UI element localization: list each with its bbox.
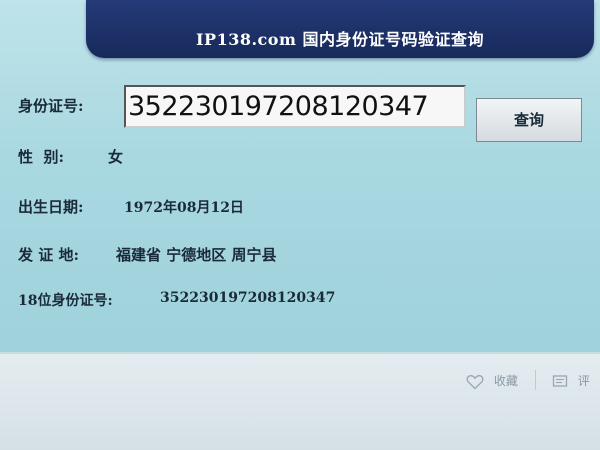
- favorite-label: 收藏: [493, 374, 518, 388]
- gender-value: 女: [108, 148, 124, 166]
- birth-date-value: 1972年08月12日: [124, 200, 244, 216]
- id-label: 身份证号:: [18, 97, 84, 115]
- comment-icon: [552, 374, 578, 388]
- favorite-button[interactable]: 收藏: [466, 372, 518, 390]
- comment-button[interactable]: 评: [552, 372, 590, 390]
- query-button[interactable]: 查询: [476, 98, 582, 142]
- page-title: IP138.com 国内身份证号码验证查询: [196, 30, 484, 49]
- footer-divider: [535, 370, 536, 390]
- id18-value: 352230197208120347: [160, 290, 336, 306]
- issue-place-label: 发 证 地:: [18, 246, 79, 264]
- gender-label: 性 别:: [18, 148, 64, 166]
- heart-icon: [466, 374, 494, 389]
- title-bar: IP138.com 国内身份证号码验证查询: [86, 0, 594, 58]
- id-number-input[interactable]: 352230197208120347: [124, 85, 466, 128]
- birth-date-label: 出生日期:: [18, 198, 84, 216]
- id18-label: 18位身份证号:: [18, 293, 113, 309]
- footer-bar: [0, 354, 600, 450]
- issue-place-value: 福建省 宁德地区 周宁县: [116, 246, 277, 264]
- comment-label: 评: [577, 374, 590, 388]
- id-query-panel: IP138.com 国内身份证号码验证查询 身份证号: 352230197208…: [0, 0, 600, 354]
